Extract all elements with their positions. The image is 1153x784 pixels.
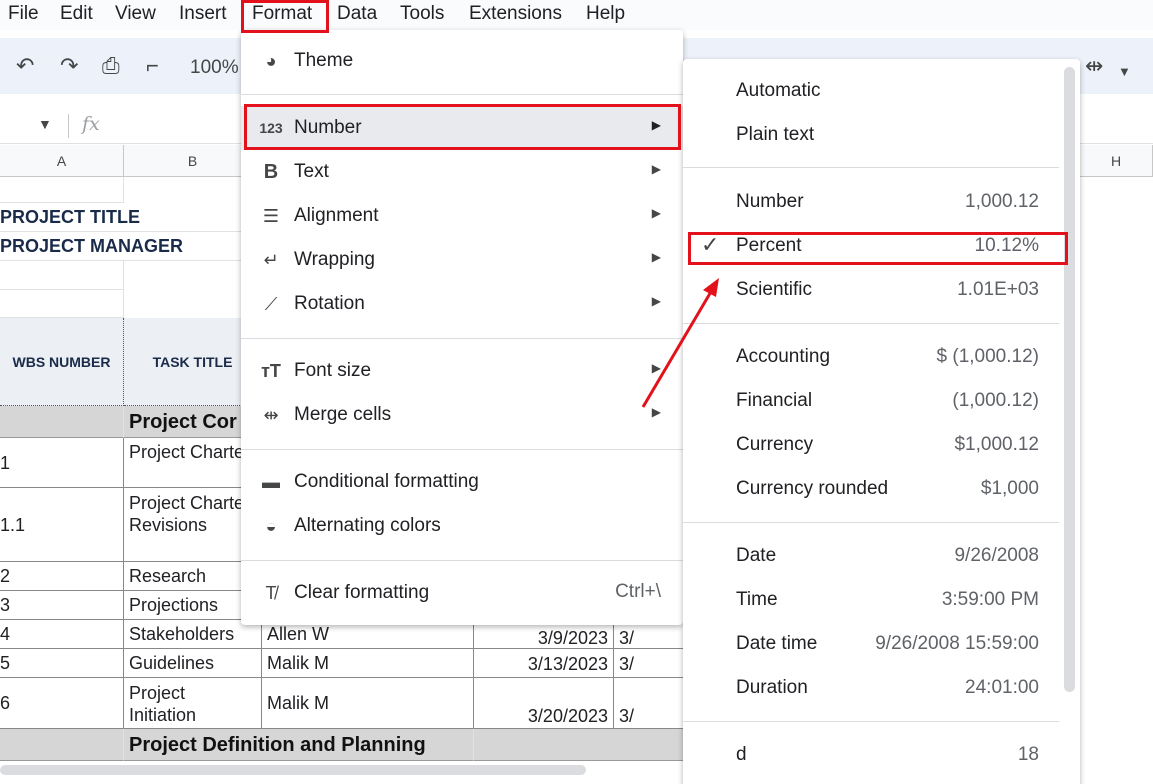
arrow-shaft: [641, 289, 714, 408]
annotation-arrow: [641, 278, 719, 408]
arrow-head: [703, 278, 719, 297]
